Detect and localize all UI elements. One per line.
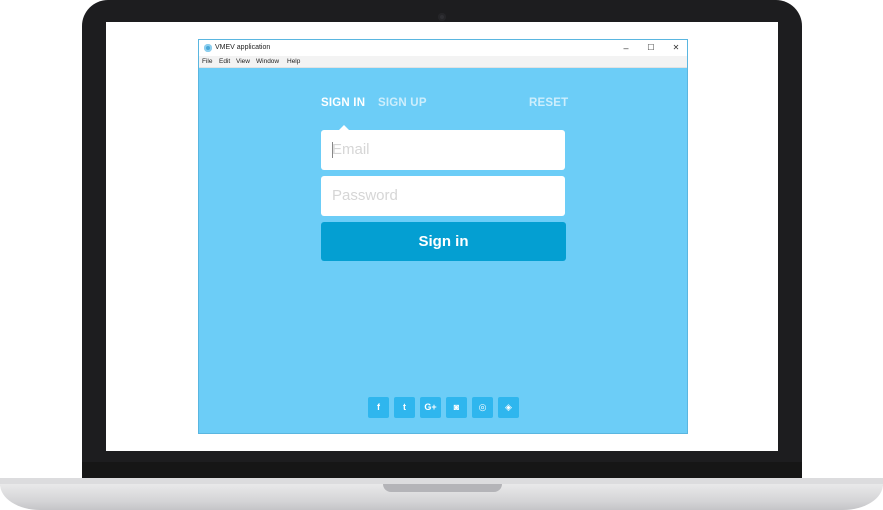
maximize-button[interactable]: ☐ — [640, 41, 662, 55]
laptop-notch — [383, 484, 502, 492]
facebook-icon[interactable]: f — [368, 397, 389, 418]
camera-icon — [438, 13, 446, 21]
app-icon — [204, 44, 212, 52]
menu-view[interactable]: View — [236, 56, 250, 67]
github-icon[interactable]: ◙ — [446, 397, 467, 418]
twitter-icon[interactable]: t — [394, 397, 415, 418]
email-input[interactable] — [321, 130, 565, 170]
title-bar[interactable]: VMEV application – ☐ ✕ — [199, 40, 687, 56]
menu-edit[interactable]: Edit — [219, 56, 230, 67]
codepen-icon[interactable]: ◈ — [498, 397, 519, 418]
menu-window[interactable]: Window — [256, 56, 279, 67]
tab-sign-up[interactable]: SIGN UP — [378, 96, 427, 110]
tab-reset[interactable]: RESET — [529, 96, 568, 110]
window-title: VMEV application — [215, 44, 271, 51]
password-input[interactable] — [321, 176, 565, 216]
sign-in-button[interactable]: Sign in — [321, 222, 566, 261]
tab-sign-in[interactable]: SIGN IN — [321, 96, 365, 110]
app-window: VMEV application – ☐ ✕ File Edit View Wi… — [198, 39, 688, 434]
google-plus-icon[interactable]: G+ — [420, 397, 441, 418]
dribbble-icon[interactable]: ◎ — [472, 397, 493, 418]
menu-file[interactable]: File — [202, 56, 212, 67]
text-caret — [332, 142, 333, 158]
menu-help[interactable]: Help — [287, 56, 300, 67]
minimize-button[interactable]: – — [615, 41, 637, 55]
laptop-bezel-bottom — [82, 462, 802, 478]
menu-bar: File Edit View Window Help — [199, 56, 687, 68]
close-button[interactable]: ✕ — [665, 41, 687, 55]
